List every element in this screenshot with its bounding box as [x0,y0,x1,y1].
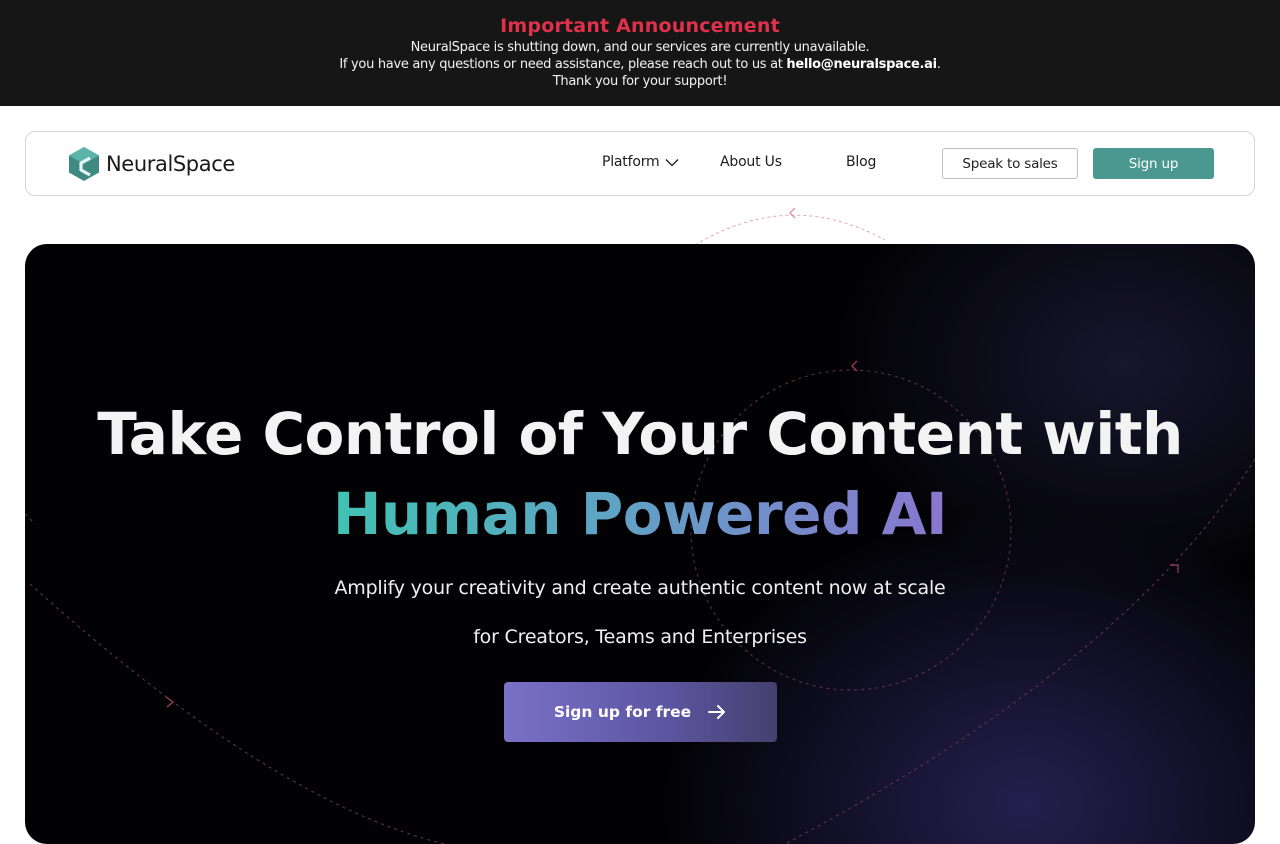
hero-section: Take Control of Your Content with Human … [25,244,1255,844]
announcement-contact-line: If you have any questions or need assist… [0,56,1280,73]
sign-up-button[interactable]: Sign up [1093,148,1214,179]
speak-to-sales-button[interactable]: Speak to sales [942,148,1078,179]
cta-label: Sign up for free [553,703,692,721]
announcement-email-link[interactable]: hello@neuralspace.ai [786,57,937,72]
hero-headline-highlight: Human Powered AI [25,480,1255,548]
neuralspace-hex-logo-icon [69,147,99,181]
brand-logo[interactable]: NeuralSpace [67,146,235,182]
announcement-thanks: Thank you for your support! [552,74,728,89]
nav-blog-link[interactable]: Blog [846,154,876,170]
chevron-down-icon [665,158,679,166]
sign-up-for-free-button[interactable]: Sign up for free [504,682,777,742]
nav-platform-label: Platform [602,154,660,170]
top-navigation: NeuralSpace Platform About Us Blog Speak… [25,131,1255,196]
hero-audience: for Creators, Teams and Enterprises [473,626,807,648]
announcement-contact-suffix: . [936,57,941,72]
nav-about-us-link[interactable]: About Us [720,154,782,170]
announcement-title: Important Announcement [500,15,780,37]
brand-name: NeuralSpace [106,152,235,176]
nav-platform-menu[interactable]: Platform [602,154,679,170]
hero-headline: Take Control of Your Content with [97,400,1183,468]
decorative-dashed-arc [694,207,886,246]
arrow-right-icon [708,705,726,719]
hero-subheadline: Amplify your creativity and create authe… [334,577,946,599]
announcement-contact-text: If you have any questions or need assist… [339,57,783,72]
hero-highlight-text: Human Powered AI [332,480,948,548]
announcement-banner: Important Announcement NeuralSpace is sh… [0,0,1280,106]
announcement-message: NeuralSpace is shutting down, and our se… [410,40,870,55]
